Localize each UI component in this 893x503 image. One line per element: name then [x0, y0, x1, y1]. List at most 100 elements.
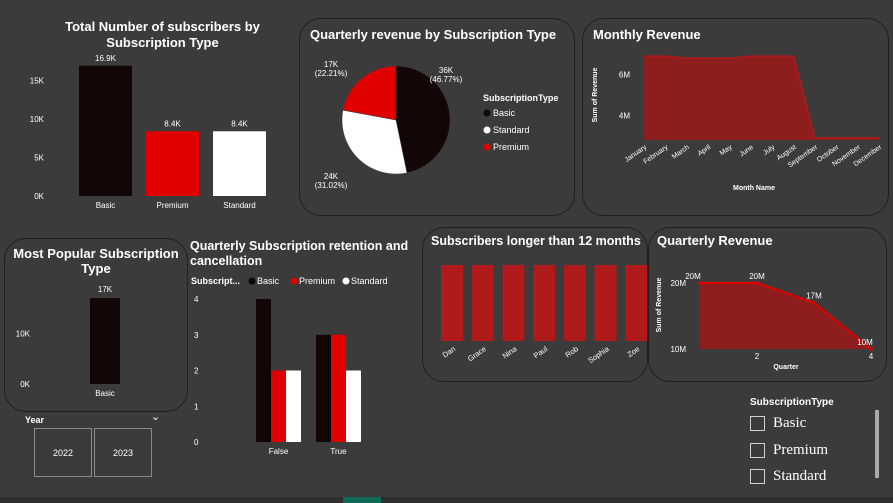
data-point[interactable]: [698, 281, 702, 285]
x-axis-label: Quarter: [773, 364, 799, 371]
y-axis-label: Sum of Revenue: [656, 277, 663, 332]
legend-label: Basic: [257, 276, 280, 286]
bar-dan[interactable]: [441, 265, 463, 341]
data-point[interactable]: [812, 300, 816, 305]
x-tick-label: Sophia: [586, 344, 611, 365]
revenue-pie-chart[interactable]: 36K(46.77%) 24K(31.02%) 17K(22.21%) Subscri…: [299, 45, 573, 205]
quarterly-revenue-chart[interactable]: 20M 20M17M10M20M10MSum of Revenue2 4Quarte…: [648, 255, 885, 375]
y-tick-label: 2: [194, 367, 199, 376]
filter-standard-checkbox[interactable]: Standard: [750, 468, 826, 485]
year-option-2023[interactable]: 2023: [94, 428, 152, 477]
x-tick-label: Standard: [223, 201, 255, 210]
filter-basic-checkbox[interactable]: Basic: [750, 415, 806, 432]
legend-marker-premium[interactable]: [483, 143, 491, 151]
bar-paul[interactable]: [533, 265, 556, 341]
long-subscribers-chart[interactable]: Dan Grace Nina Paul Rob Sophia Zoe: [422, 255, 648, 375]
legend-label: Basic: [493, 108, 516, 118]
data-label: 16.9K: [95, 54, 117, 63]
x-tick-label: July: [762, 144, 777, 157]
y-tick-label: 20M: [670, 279, 686, 288]
filter-premium-checkbox[interactable]: Premium: [750, 442, 828, 459]
x-tick-label: February: [643, 144, 670, 166]
slice-pct-label: (31.02%): [315, 181, 348, 190]
legend-marker-basic[interactable]: [483, 109, 491, 117]
data-label: 20M: [685, 272, 701, 281]
pie-title: Quarterly revenue by Subscription Type: [310, 27, 557, 42]
x-tick-label: Basic: [96, 201, 116, 210]
bar-premium[interactable]: [271, 370, 286, 443]
y-tick-label: 10K: [16, 329, 31, 338]
bar-premium[interactable]: [331, 334, 346, 442]
bar-basic[interactable]: [316, 334, 331, 442]
bar-sophia[interactable]: [594, 265, 617, 341]
filter-basic-label: Basic: [773, 415, 807, 431]
area-fill[interactable]: [644, 56, 879, 140]
total-subscribers-chart[interactable]: 0K 5K 10K 15K 16.9K Basic 8.4K Premium 8.4K Stand…: [0, 54, 295, 215]
bar-basic[interactable]: [90, 298, 120, 384]
slice-label: 17K: [324, 60, 339, 69]
active-page-tab[interactable]: [343, 497, 381, 503]
y-tick-label: 4M: [619, 111, 630, 120]
quarterly-title: Quarterly Revenue: [657, 233, 773, 248]
legend-label: Standard: [493, 125, 530, 135]
y-tick-label: 4: [194, 295, 199, 304]
x-tick-label: May: [719, 144, 734, 158]
x-tick-label: Paul: [532, 344, 550, 360]
y-tick-label: 10M: [670, 345, 686, 354]
legend-label: Premium: [493, 142, 529, 152]
monthly-revenue-chart[interactable]: 6M4MSum of RevenueJanuaryFebruary March Ap…: [582, 45, 887, 205]
data-label: 17K: [98, 285, 113, 294]
slice-pct-label: (22.21%): [315, 69, 348, 78]
data-point[interactable]: [755, 281, 759, 285]
bar-nina[interactable]: [502, 265, 525, 341]
retention-chart[interactable]: Subscript... Basic Premium Standard 0 1 2 3 4 Fal…: [186, 272, 426, 462]
legend-title: Subscript...: [191, 276, 240, 286]
checkbox-icon[interactable]: [750, 469, 765, 484]
y-axis-label: Sum of Revenue: [592, 67, 599, 122]
bar-rob[interactable]: [563, 265, 586, 341]
bar-standard[interactable]: [286, 370, 301, 443]
bar-standard[interactable]: [346, 370, 361, 443]
legend-marker-standard[interactable]: [483, 126, 491, 134]
legend-marker-standard[interactable]: [342, 277, 350, 285]
bar-zoe[interactable]: [625, 265, 648, 341]
checkbox-icon[interactable]: [750, 416, 765, 431]
y-tick-label: 1: [194, 402, 199, 411]
x-tick-label: Rob: [564, 344, 580, 359]
legend-marker-premium[interactable]: [290, 277, 298, 285]
checkbox-icon[interactable]: [750, 443, 765, 458]
data-label: 17M: [806, 292, 822, 301]
y-tick-label: 0: [194, 438, 199, 447]
most-popular-chart[interactable]: 0K 10K 17K Basic: [4, 280, 186, 405]
page-tab-strip: [0, 497, 893, 503]
bar-premium[interactable]: [146, 131, 199, 196]
bar-basic[interactable]: [256, 299, 271, 442]
x-tick-label: June: [739, 144, 756, 159]
slice-label: 24K: [324, 172, 339, 181]
y-tick-label: 15K: [30, 76, 45, 85]
year-option-2022[interactable]: 2022: [34, 428, 92, 477]
year-slicer-title: Year: [25, 415, 45, 425]
legend-marker-basic[interactable]: [248, 277, 256, 285]
bar-standard[interactable]: [213, 131, 266, 196]
bar-basic[interactable]: [79, 65, 132, 196]
popular-title: Most Popular Subscription Type: [13, 246, 179, 276]
y-tick-label: 6M: [619, 71, 630, 80]
bar-grace[interactable]: [471, 265, 494, 341]
chevron-down-icon[interactable]: ⌄: [151, 410, 160, 423]
x-tick-label: 2: [755, 352, 760, 361]
monthly-title: Monthly Revenue: [593, 27, 701, 42]
x-axis-label: Month Name: [733, 185, 775, 192]
data-point[interactable]: [869, 347, 873, 351]
x-tick-label: Grace: [466, 344, 488, 363]
slice-pct-label: (46.77%): [430, 75, 463, 84]
legend-title: SubscriptionType: [483, 93, 558, 103]
scrollbar[interactable]: [875, 410, 879, 478]
legend-label: Standard: [351, 276, 388, 286]
slice-label: 36K: [439, 66, 454, 75]
y-tick-label: 0K: [20, 380, 30, 389]
total-subscribers-title: Total Number of subscribers by Subscript…: [65, 19, 260, 50]
y-tick-label: 3: [194, 331, 199, 340]
x-tick-label: April: [697, 144, 713, 158]
retention-title: Quarterly Subscription retention and can…: [190, 239, 409, 268]
